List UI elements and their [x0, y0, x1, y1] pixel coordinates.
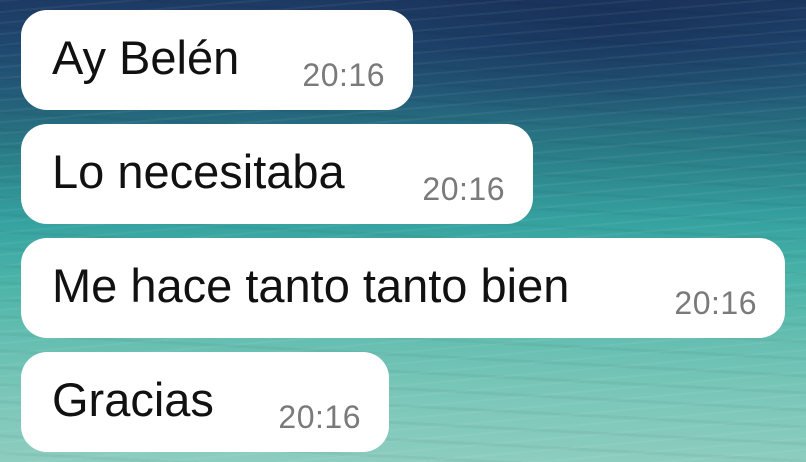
- message-bubble[interactable]: Lo necesitaba 20:16: [21, 124, 533, 224]
- message-text: Me hace tanto tanto bien: [52, 259, 570, 312]
- message-bubble[interactable]: Gracias 20:16: [21, 352, 389, 452]
- message-timestamp: 20:16: [422, 171, 505, 207]
- message-timestamp: 20:16: [278, 399, 361, 435]
- message-bubble[interactable]: Me hace tanto tanto bien 20:16: [21, 238, 785, 338]
- message-timestamp: 20:16: [674, 285, 757, 321]
- message-timestamp: 20:16: [302, 57, 385, 93]
- message-text: Lo necesitaba: [52, 145, 345, 198]
- message-bubble[interactable]: Ay Belén 20:16: [21, 10, 413, 110]
- message-text: Ay Belén: [52, 31, 240, 84]
- message-text: Gracias: [52, 373, 214, 426]
